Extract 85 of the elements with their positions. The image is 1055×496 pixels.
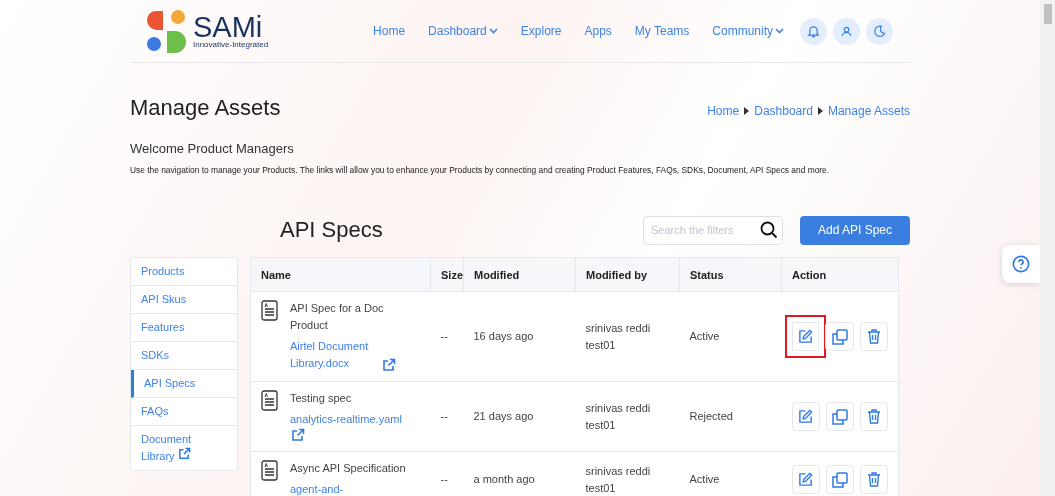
- document-icon: [261, 300, 278, 321]
- nav-link[interactable]: Community: [712, 24, 784, 38]
- page-title: Manage Assets: [130, 95, 281, 121]
- delete-button[interactable]: [859, 465, 888, 494]
- sidebar-item[interactable]: Products: [131, 258, 237, 286]
- modified-by-cell: srinivas reddi test01: [575, 451, 680, 496]
- breadcrumb-link[interactable]: Home: [707, 104, 740, 118]
- column-header: Name: [250, 257, 431, 292]
- edit-button[interactable]: [784, 315, 827, 358]
- nav-link[interactable]: Dashboard: [428, 24, 498, 38]
- copy-icon: [831, 328, 848, 345]
- delete-button[interactable]: [859, 322, 888, 351]
- notifications-button[interactable]: [800, 17, 827, 45]
- modified-cell: 21 days ago: [463, 381, 576, 452]
- external-link-icon: [177, 447, 191, 460]
- document-icon: [261, 460, 278, 481]
- breadcrumb-link[interactable]: Manage Assets: [827, 104, 910, 118]
- file-link[interactable]: Airtel Document Library.docx: [290, 338, 375, 372]
- bell-icon: [807, 24, 820, 38]
- sidebar-item[interactable]: FAQs: [131, 398, 237, 426]
- spec-name: Async API Specification: [290, 461, 406, 476]
- file-link[interactable]: agent-and-: [290, 481, 406, 496]
- search-icon: [760, 220, 778, 239]
- nav-link[interactable]: Apps: [584, 24, 612, 38]
- edit-icon: [797, 329, 813, 344]
- copy-icon: [831, 408, 848, 425]
- nav-link[interactable]: My Teams: [634, 24, 690, 38]
- modified-cell: 16 days ago: [463, 291, 576, 382]
- column-header: Modified: [463, 257, 576, 292]
- trash-icon: [866, 409, 881, 424]
- status-cell: Rejected: [679, 381, 782, 452]
- welcome-heading: Welcome Product Managers: [130, 141, 295, 156]
- delete-button[interactable]: [859, 402, 888, 431]
- moon-icon: [873, 24, 886, 38]
- status-cell: Active: [679, 451, 782, 496]
- scrollbar[interactable]: [1040, 0, 1055, 496]
- file-link[interactable]: analytics-realtime.yaml: [290, 411, 402, 428]
- page-description: Use the navigation to manage your Products. The links will allow you to enhance your Products by connecting and creating Product Features, FAQs, SDKs, Document, API Specs and more.: [130, 165, 831, 175]
- sidebar-item[interactable]: API Skus: [131, 286, 237, 314]
- modified-by-cell: srinivas reddi test01: [575, 381, 680, 452]
- nav-link[interactable]: Home: [373, 24, 406, 38]
- help-button[interactable]: [1002, 245, 1040, 283]
- copy-button[interactable]: [825, 402, 854, 431]
- chevron-down-icon: [488, 28, 498, 34]
- profile-button[interactable]: [833, 17, 860, 45]
- caret-right-icon: [744, 107, 750, 115]
- column-header: Status: [679, 257, 782, 292]
- column-header: Modified by: [575, 257, 680, 292]
- sidebar-item[interactable]: API Specs: [131, 370, 237, 398]
- external-link-icon: [291, 428, 305, 442]
- logo-tagline: Innovative-Integrated: [193, 39, 269, 49]
- copy-icon: [831, 471, 848, 488]
- status-cell: Active: [679, 291, 782, 382]
- modified-cell: a month ago: [463, 451, 576, 496]
- logo-icon: [145, 9, 187, 53]
- trash-icon: [866, 329, 881, 344]
- sidebar-item[interactable]: SDKs: [131, 342, 237, 370]
- document-icon: [261, 390, 278, 411]
- copy-button[interactable]: [825, 465, 854, 494]
- column-header: Size: [430, 257, 464, 292]
- help-icon: [1012, 255, 1030, 273]
- modified-by-cell: srinivas reddi test01: [575, 291, 680, 382]
- logo-text: SAMi: [193, 13, 263, 40]
- sidebar-item[interactable]: Document Library: [131, 426, 237, 470]
- spec-name: API Spec for a Doc Product: [290, 301, 385, 333]
- user-icon: [841, 25, 852, 37]
- edit-icon: [798, 409, 814, 424]
- nav-link[interactable]: Explore: [520, 24, 562, 38]
- sidebar-item[interactable]: Features: [131, 314, 237, 342]
- edit-icon: [798, 472, 814, 487]
- caret-right-icon: [817, 107, 823, 115]
- section-title: API Specs: [280, 217, 383, 243]
- add-api-spec-button[interactable]: Add API Spec: [800, 215, 910, 245]
- column-header: Action: [781, 257, 899, 292]
- breadcrumb-link[interactable]: Dashboard: [754, 104, 813, 118]
- size-cell: --: [430, 291, 464, 382]
- size-cell: --: [430, 381, 464, 452]
- chevron-down-icon: [775, 28, 784, 34]
- search-field[interactable]: Search the filters: [643, 215, 783, 245]
- trash-icon: [866, 472, 881, 487]
- theme-toggle-button[interactable]: [866, 17, 893, 45]
- size-cell: --: [430, 451, 464, 496]
- copy-button[interactable]: [825, 322, 854, 351]
- spec-name: Testing spec: [290, 391, 353, 406]
- external-link-icon: [382, 358, 397, 372]
